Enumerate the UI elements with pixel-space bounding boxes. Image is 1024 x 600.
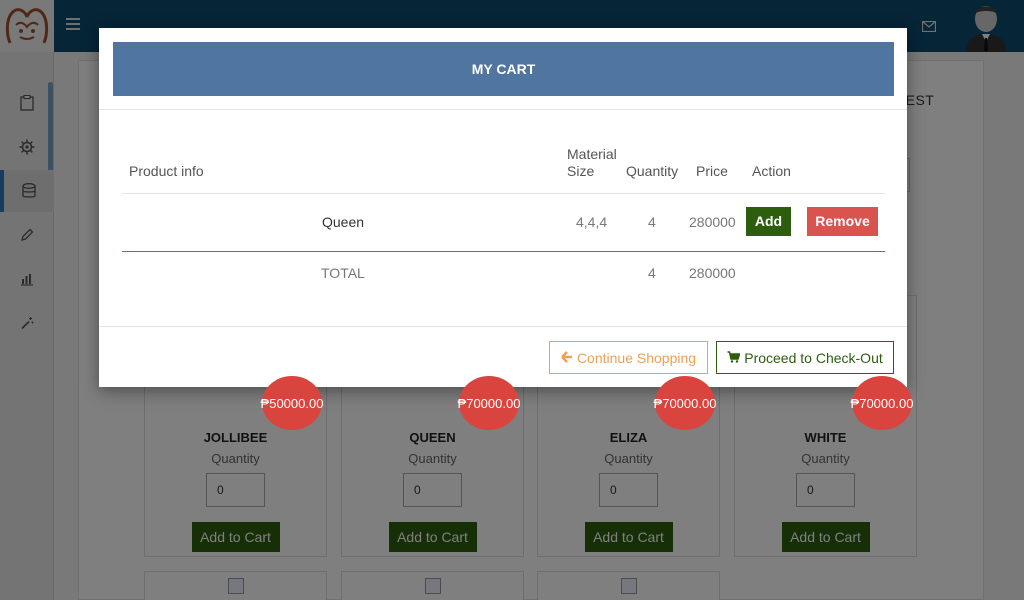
price-badge: ₱70000.00	[851, 376, 913, 430]
cart-modal: MY CART Product info Material Size Quant…	[99, 28, 907, 387]
column-header-material-size-line1: Material	[567, 146, 617, 162]
cart-item-product: Queen	[322, 214, 365, 230]
arrow-left-icon	[561, 350, 573, 366]
column-header-quantity: Quantity	[626, 163, 679, 179]
column-header-product-info: Product info	[129, 163, 204, 179]
table-divider	[122, 193, 885, 194]
modal-title: MY CART	[113, 42, 894, 96]
price-badge: ₱70000.00	[458, 376, 520, 430]
remove-button[interactable]: Remove	[807, 207, 878, 236]
column-header-material-size-line2: Size	[567, 163, 595, 179]
total-divider	[122, 251, 885, 252]
divider	[99, 326, 907, 327]
total-label: TOTAL	[321, 265, 365, 281]
column-header-price: Price	[696, 163, 728, 179]
total-quantity: 4	[648, 265, 656, 281]
cart-item-material-size: 4,4,4	[576, 214, 608, 230]
price-badge: ₱70000.00	[654, 376, 716, 430]
cart-item-quantity: 4	[648, 214, 656, 230]
continue-shopping-label: Continue Shopping	[576, 349, 697, 366]
proceed-to-checkout-button[interactable]: Proceed to Check-Out	[716, 341, 894, 374]
divider	[99, 109, 907, 110]
column-header-action: Action	[752, 163, 791, 179]
cart-item-price: 280000	[689, 214, 736, 230]
shopping-cart-icon	[727, 350, 741, 366]
proceed-to-checkout-label: Proceed to Check-Out	[744, 349, 883, 366]
add-button[interactable]: Add	[746, 207, 791, 236]
price-badge: ₱50000.00	[261, 376, 323, 430]
total-price: 280000	[689, 265, 736, 281]
continue-shopping-button[interactable]: Continue Shopping	[549, 341, 708, 374]
